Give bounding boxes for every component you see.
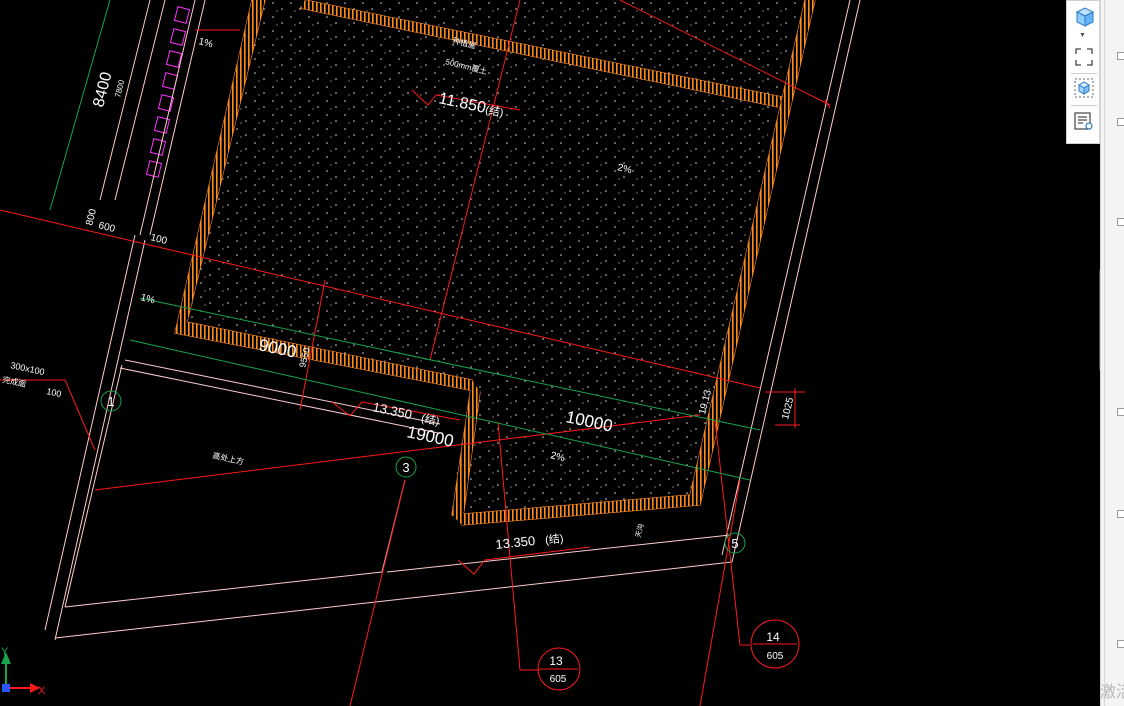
- detail-13-number: 13: [549, 654, 563, 668]
- beam-sub: 完成面: [2, 374, 28, 389]
- side-panel-edge: [1100, 0, 1124, 706]
- fullscreen-icon[interactable]: [1072, 45, 1096, 69]
- beam-label: 300x100: [10, 360, 46, 377]
- model-view-icon[interactable]: [1072, 76, 1096, 100]
- detail-callouts: [537, 619, 800, 691]
- chevron-down-icon[interactable]: ▼: [1079, 32, 1086, 39]
- dim-800: 800: [84, 207, 99, 226]
- dim-1025: 1025: [780, 396, 796, 421]
- dim-600: 600: [97, 220, 116, 235]
- dim-7800: 7800: [113, 79, 126, 99]
- properties-icon[interactable]: [1072, 109, 1096, 133]
- dim-100: 100: [149, 232, 168, 247]
- room-label: 高处上方: [212, 450, 245, 466]
- small-label: 天沟: [633, 523, 645, 539]
- panel-toggle-box[interactable]: [1117, 218, 1124, 226]
- panel-toggle-box[interactable]: [1117, 640, 1124, 648]
- ucs-y-label: Y: [1, 646, 9, 658]
- axis-label-1: 1: [107, 394, 114, 409]
- cad-drawing-canvas[interactable]: 8400 7800 800 600 100 9000 19000 10000 1…: [0, 0, 1124, 706]
- detail-14-number: 14: [766, 630, 780, 644]
- axis-label-3: 3: [402, 460, 409, 475]
- panel-toggle-box[interactable]: [1117, 510, 1124, 518]
- ucs-icon: [1, 652, 40, 693]
- detail-14-sheet: 605: [767, 651, 784, 662]
- activation-watermark: 激活: [1100, 684, 1124, 701]
- dim-8400: 8400: [90, 70, 115, 109]
- ucs-x-label: X: [38, 685, 46, 697]
- panel-toggle-box[interactable]: [1117, 118, 1124, 126]
- axis-label-5: 5: [731, 536, 738, 551]
- panel-toggle-box[interactable]: [1117, 52, 1124, 60]
- elevation-mid: 13.350 (结): [371, 399, 441, 428]
- dim-19000: 19000: [405, 422, 455, 450]
- beam-val: 100: [46, 386, 63, 399]
- panel-toggle-box[interactable]: [1117, 408, 1124, 416]
- view-cube-icon[interactable]: [1072, 5, 1096, 29]
- slope-2: 1%: [139, 292, 156, 306]
- slope-1: 1%: [197, 36, 214, 50]
- elevation-low: 13.350 (结): [495, 530, 564, 552]
- detail-13-sheet: 605: [550, 674, 567, 685]
- view-toolbar: ▼: [1066, 0, 1100, 144]
